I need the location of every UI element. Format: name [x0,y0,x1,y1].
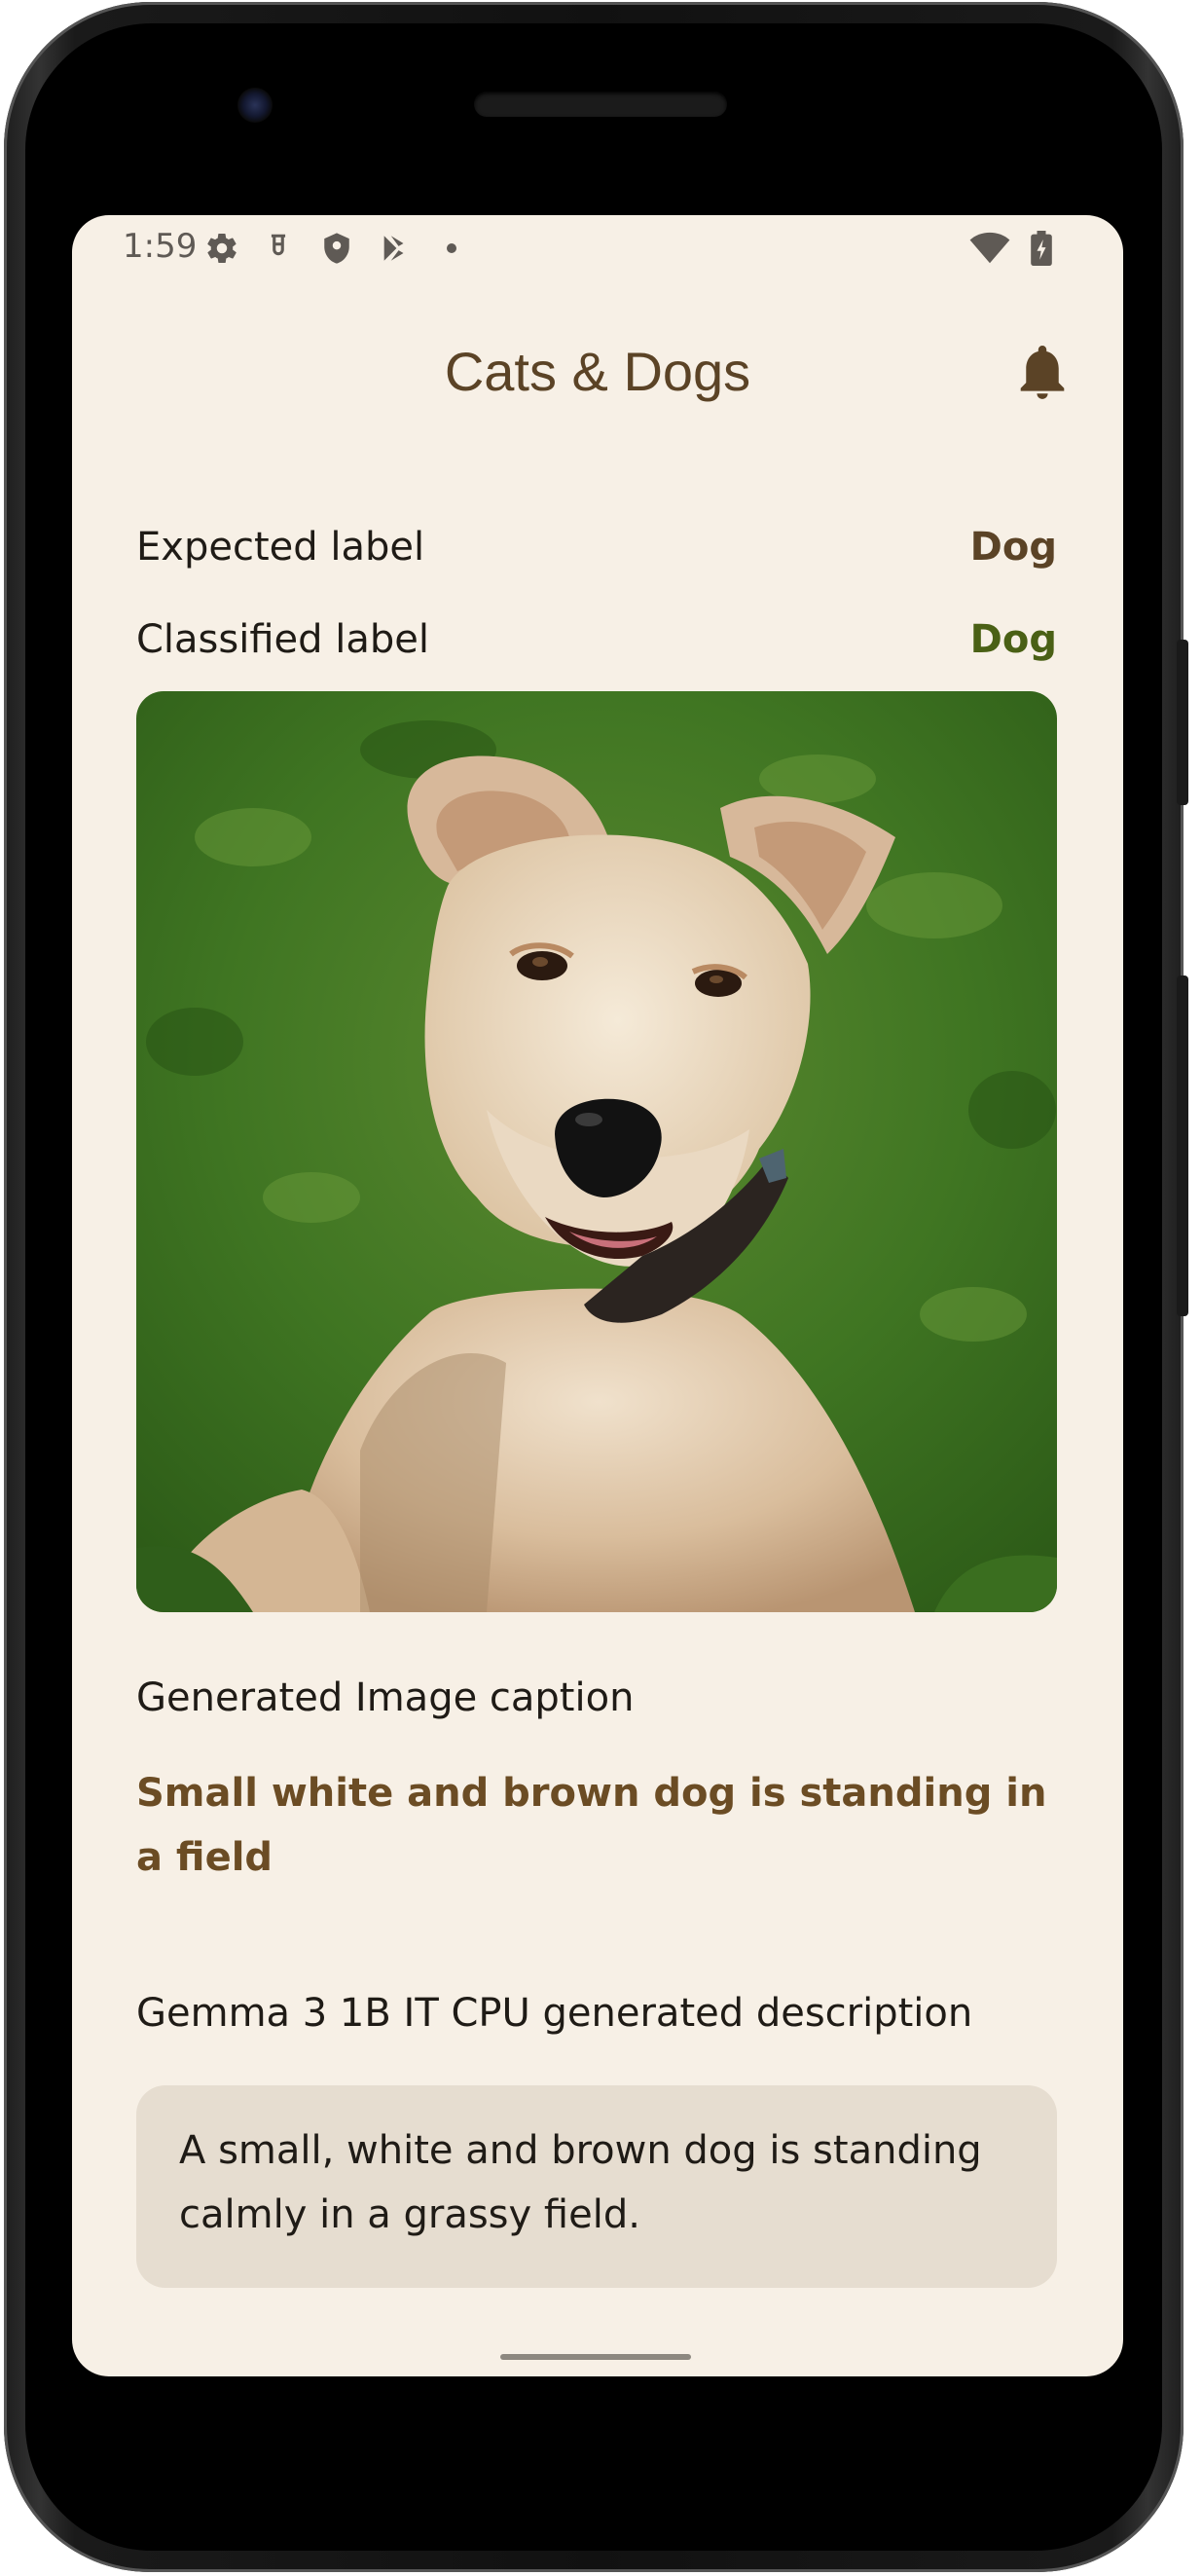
earpiece-speaker [474,92,727,117]
classified-value: Dog [969,617,1057,662]
notifications-bell-icon[interactable] [1016,344,1069,400]
status-time: 1:59 [123,227,198,266]
expected-label: Expected label [136,525,425,570]
front-camera [237,88,273,123]
shield-icon [319,231,354,266]
caption-label: Generated Image caption [136,1675,635,1720]
expected-value: Dog [969,525,1057,570]
app-screen: 1:59 Cats & Dogs Expected label Dog Clas… [72,215,1123,2376]
power-button [1177,975,1188,1316]
page-title: Cats & Dogs [444,341,751,402]
gesture-home-bar[interactable] [500,2354,691,2360]
battery-charging-icon [1024,231,1059,266]
status-bar: 1:59 [72,215,1123,293]
dog-photo [136,691,1057,1612]
description-label: Gemma 3 1B IT CPU generated description [136,1991,973,2036]
play-store-icon [378,231,413,266]
caption-text: Small white and brown dog is standing in… [136,1771,1047,1880]
phone-frame: 1:59 Cats & Dogs Expected label Dog Clas… [4,2,1188,2572]
classified-label: Classified label [136,617,429,662]
test-tube-icon [261,231,296,266]
volume-button [1177,640,1188,805]
dot-icon [434,231,469,266]
settings-icon [204,231,239,266]
wifi-icon [969,231,1010,266]
description-card: A small, white and brown dog is standing… [136,2085,1057,2288]
description-text: A small, white and brown dog is standing… [179,2128,982,2237]
